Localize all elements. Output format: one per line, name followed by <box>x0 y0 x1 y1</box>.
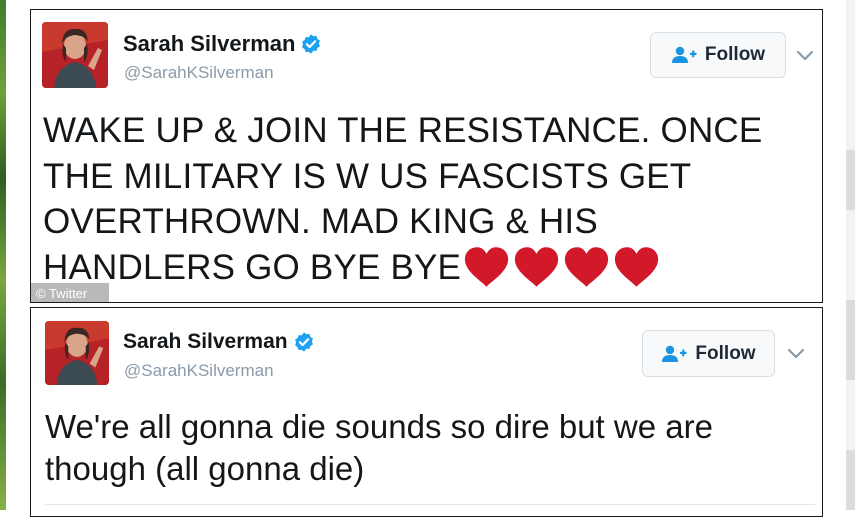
emoji-group <box>463 246 663 288</box>
follow-button-label: Follow <box>704 44 766 65</box>
follow-button-label: Follow <box>695 342 756 364</box>
red-heart-icon <box>613 246 660 288</box>
author-handle[interactable]: @SarahKSilverman <box>124 361 274 381</box>
verified-badge-icon <box>293 331 315 353</box>
follow-button[interactable]: Follow <box>642 330 775 377</box>
avatar-image <box>42 22 108 88</box>
author-name-row[interactable]: Sarah Silverman <box>123 31 322 57</box>
red-heart-icon <box>513 246 560 288</box>
tweet-card-1: Sarah Silverman @SarahKSilverman Follow … <box>30 9 823 303</box>
avatar-image <box>45 321 109 385</box>
author-name[interactable]: Sarah Silverman <box>123 330 288 354</box>
author-name-row[interactable]: Sarah Silverman <box>123 330 315 354</box>
author-name[interactable]: Sarah Silverman <box>123 31 295 57</box>
tweet-text: We're all gonna die sounds so dire but w… <box>45 408 713 487</box>
follow-person-plus-icon <box>671 46 697 64</box>
chevron-down-icon[interactable] <box>787 348 805 360</box>
follow-button[interactable]: Follow <box>650 32 786 78</box>
tweet-card-2: Sarah Silverman @SarahKSilverman Follow … <box>30 307 823 517</box>
verified-badge-icon <box>300 33 322 55</box>
follow-person-plus-icon <box>661 345 687 363</box>
author-handle[interactable]: @SarahKSilverman <box>124 63 274 83</box>
red-heart-icon <box>563 246 610 288</box>
red-heart-icon <box>463 246 510 288</box>
image-credit: © Twitter <box>31 283 109 302</box>
tweet-text: WAKE UP & JOIN THE RESISTANCE. ONCE THE … <box>43 108 818 290</box>
tweet-divider <box>45 504 815 505</box>
avatar[interactable] <box>45 321 109 385</box>
left-background-strip <box>0 0 6 510</box>
avatar[interactable] <box>42 22 108 88</box>
right-background-strip <box>846 0 855 510</box>
chevron-down-icon[interactable] <box>796 50 814 62</box>
